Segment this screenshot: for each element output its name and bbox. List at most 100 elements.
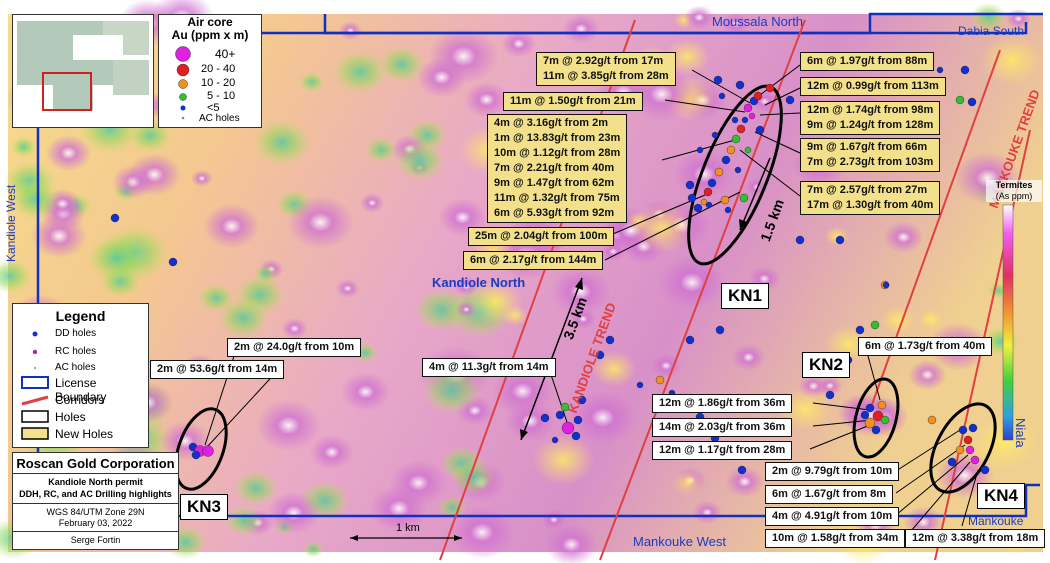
callout-c22: 12m @ 3.38g/t from 18m (905, 529, 1046, 548)
callout-line: 7m @ 2.21g/t from 40m (494, 162, 615, 174)
drill-hole (855, 325, 865, 335)
legend-item-dd: DD holes (55, 328, 97, 339)
drill-hole (968, 423, 978, 433)
callout-c4: 11m @ 1.50g/t from 21m (503, 92, 643, 111)
drill-hole (871, 425, 881, 435)
anomaly-blob (389, 459, 448, 506)
drill-hole (755, 125, 765, 135)
anomaly-blob (394, 140, 446, 181)
aircore-item-0: 40+ (215, 47, 236, 61)
drill-hole (741, 116, 749, 124)
aircore-legend: Air core Au (ppm x m) 40+ 20 - 40 10 - 2… (158, 14, 262, 128)
callout-c6: 4m @ 3.16g/t from 2m 1m @ 13.83g/t from 2… (487, 114, 628, 223)
drill-hole (882, 281, 890, 289)
anomaly-blob (505, 401, 556, 442)
drill-hole (696, 146, 704, 154)
label-kandiole-north: Kandiole North (432, 275, 526, 290)
drill-hole (927, 415, 937, 425)
map-canvas[interactable]: Moussala North Dabia South Kandiole West… (0, 0, 1050, 563)
anomaly-blob (191, 169, 213, 187)
anomaly-blob (267, 491, 321, 535)
drill-hole (573, 415, 583, 425)
anomaly-blob (10, 136, 38, 158)
anomaly-blob (416, 57, 467, 98)
callout-line: 9m @ 1.24g/t from 128m (807, 119, 934, 131)
drill-hole (168, 257, 178, 267)
legend-item-rc: RC holes (55, 346, 97, 357)
drill-hole (737, 465, 747, 475)
drill-hole (970, 455, 980, 465)
anomaly-blob (341, 372, 391, 412)
anomaly-blob (281, 317, 308, 340)
callout-line: 11m @ 1.32g/t from 75m (494, 192, 620, 204)
anomaly-blob (86, 234, 146, 282)
callout-c18: 2m @ 9.79g/t from 10m (765, 462, 900, 481)
anomaly-blob (562, 14, 600, 44)
title-block: Roscan Gold Corporation Kandiole North p… (12, 452, 179, 550)
drill-hole (739, 193, 749, 203)
drill-hole (110, 213, 120, 223)
title-author: Serge Fortin (70, 535, 121, 545)
anomaly-blob (335, 278, 360, 299)
drill-hole (877, 400, 887, 410)
callout-line: 9m @ 1.67g/t from 66m (807, 141, 928, 153)
drill-hole (693, 203, 703, 213)
zone-label-kn1: KN1 (721, 283, 770, 309)
scale-bar-label: 1 km (396, 522, 420, 534)
drill-hole (714, 167, 724, 177)
anomaly-blob (692, 500, 722, 525)
aircore-item-3: 5 - 10 (207, 90, 236, 102)
callout-line: 2m @ 9.79g/t from 10m (772, 465, 893, 477)
callout-c14: 6m @ 1.73g/t from 40m (858, 337, 993, 356)
zone-label-kn3: KN3 (180, 494, 229, 520)
legend-item-new-holes: New Holes (55, 427, 114, 441)
legend-item-ac: AC holes (55, 362, 96, 373)
drill-hole (551, 436, 559, 444)
callout-c12: 2m @ 53.6g/t from 14m (150, 360, 285, 379)
anomaly-blob (731, 343, 766, 371)
callout-c13: 4m @ 11.3g/t from 14m (422, 358, 556, 377)
anomaly-blob (908, 359, 947, 391)
anomaly-blob (233, 470, 278, 506)
callout-line: 12m @ 3.38g/t from 18m (912, 532, 1039, 544)
anomaly-blob (842, 392, 899, 438)
callout-line: 12m @ 1.17g/t from 28m (659, 444, 786, 456)
legend-item-holes: Holes (55, 410, 86, 424)
drill-hole (785, 95, 795, 105)
callout-c16: 14m @ 2.03g/t from 36m (652, 418, 793, 437)
drill-hole (936, 66, 944, 74)
drill-hole (965, 445, 975, 455)
callout-line: 6m @ 1.67g/t from 8m (772, 488, 887, 500)
anomaly-blob (253, 264, 278, 284)
drill-hole (703, 187, 713, 197)
drill-hole (947, 457, 957, 467)
aircore-item-1: 20 - 40 (201, 63, 236, 75)
drill-hole (540, 413, 550, 423)
callout-line: 11m @ 3.85g/t from 28m (543, 70, 669, 82)
title-date: February 03, 2022 (58, 518, 133, 528)
callout-c15: 12m @ 1.86g/t from 36m (652, 394, 793, 413)
drill-hole (860, 410, 870, 420)
callout-line: 7m @ 2.57g/t from 27m (807, 184, 928, 196)
drill-hole (685, 335, 695, 345)
drill-hole (735, 80, 745, 90)
anomaly-blob (309, 434, 354, 470)
anomaly-blob (683, 5, 715, 30)
callout-line: 10m @ 1.58g/t from 34m (772, 532, 899, 544)
callout-line: 11m @ 1.50g/t from 21m (510, 95, 636, 107)
drill-hole (835, 235, 845, 245)
anomaly-blob (630, 202, 695, 254)
drill-hole (191, 450, 201, 460)
termites-legend-title: Termites (As ppm) (986, 180, 1042, 202)
drill-hole (713, 75, 723, 85)
drill-hole (718, 92, 726, 100)
drill-hole (734, 166, 742, 174)
title-subtitle2: DDH, RC, and AC Drilling highlights (19, 489, 172, 499)
callout-c8: 7m @ 2.57g/t from 27m 17m @ 1.30g/t from … (800, 181, 941, 215)
anomaly-blob (286, 195, 355, 250)
callout-line: 12m @ 1.74g/t from 98m (807, 104, 934, 116)
drill-hole (636, 381, 644, 389)
anomaly-blob (658, 255, 726, 310)
callout-line: 12m @ 1.86g/t from 36m (659, 397, 786, 409)
callout-c19: 6m @ 1.67g/t from 8m (765, 485, 894, 504)
